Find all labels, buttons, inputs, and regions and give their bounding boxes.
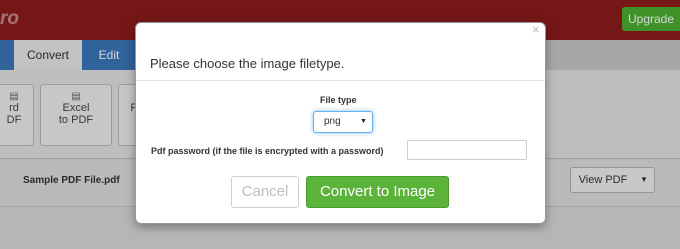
modal-title: Please choose the image filetype. bbox=[150, 56, 345, 71]
file-type-select[interactable]: png ▼ bbox=[313, 111, 373, 133]
pdf-password-label: Pdf password (if the file is encrypted w… bbox=[151, 146, 384, 156]
cancel-button[interactable]: Cancel bbox=[231, 176, 299, 208]
filetype-modal: × Please choose the image filetype. File… bbox=[135, 22, 546, 224]
convert-to-image-button[interactable]: Convert to Image bbox=[306, 176, 449, 208]
close-icon[interactable]: × bbox=[532, 23, 540, 37]
dropdown-arrow-icon: ▼ bbox=[360, 118, 367, 125]
file-type-value: png bbox=[324, 116, 341, 127]
pdf-password-input[interactable] bbox=[407, 140, 527, 160]
file-type-label: File type bbox=[320, 95, 357, 105]
modal-divider bbox=[136, 80, 545, 81]
